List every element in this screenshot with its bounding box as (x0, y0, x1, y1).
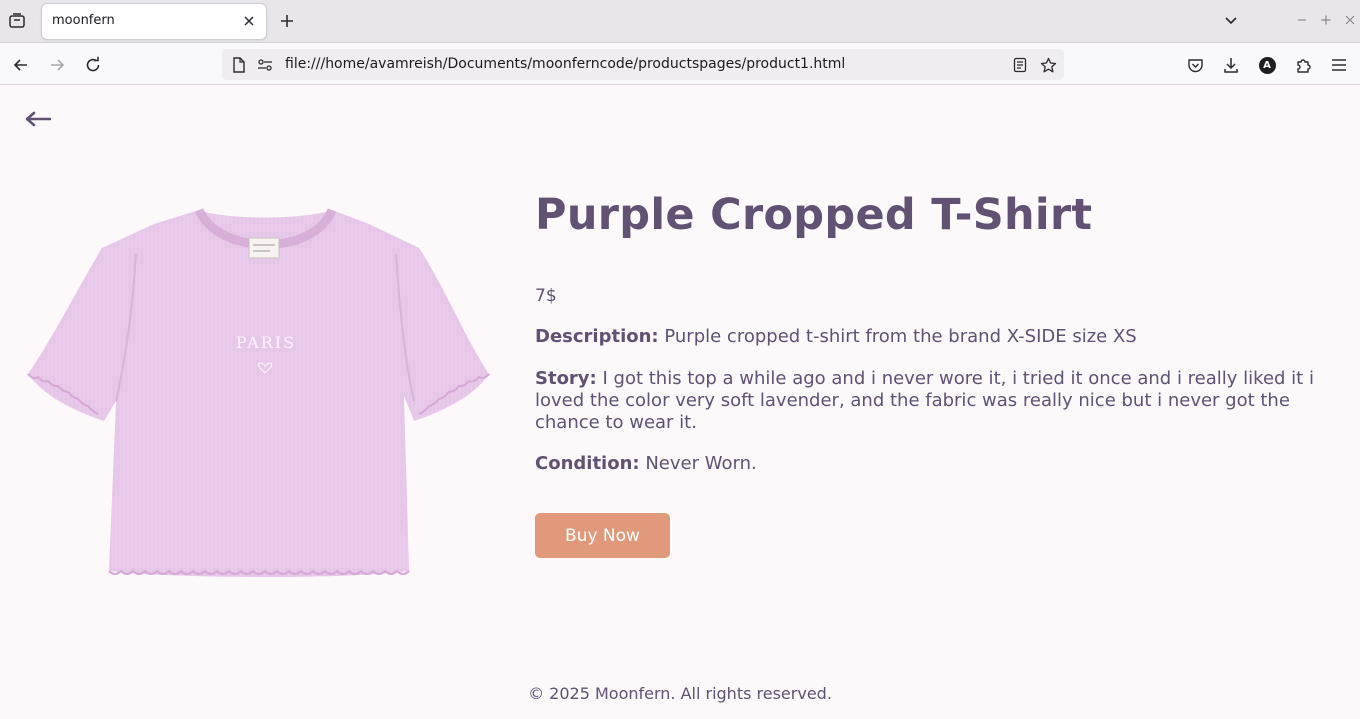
tab-list-icon[interactable] (6, 10, 28, 32)
bookmark-star-icon[interactable] (1038, 55, 1058, 75)
description-label: Description: (535, 326, 659, 347)
story-text: I got this top a while ago and i never w… (535, 368, 1314, 433)
footer-copyright: © 2025 Moonfern. All rights reserved. (528, 684, 832, 703)
product-page: PARIS Purple Cropped T-Shirt 7$ Descript… (0, 86, 1360, 719)
product-price: 7$ (535, 286, 557, 306)
back-icon[interactable] (8, 52, 34, 78)
avatar: A (1258, 56, 1276, 74)
download-icon[interactable] (1219, 53, 1243, 77)
back-arrow-icon[interactable] (24, 106, 52, 132)
tab-strip: moonfern (0, 0, 1360, 43)
condition-text: Never Worn. (645, 453, 757, 474)
menu-icon[interactable] (1327, 53, 1351, 77)
plus-icon[interactable] (276, 10, 298, 32)
account-icon[interactable]: A (1255, 53, 1279, 77)
extensions-icon[interactable] (1291, 53, 1315, 77)
page-icon (230, 56, 248, 74)
close-icon[interactable] (240, 12, 258, 30)
reader-view-icon[interactable] (1010, 55, 1030, 75)
story-label: Story: (535, 368, 597, 389)
browser-tab[interactable]: moonfern (42, 4, 266, 39)
permissions-icon[interactable] (256, 56, 274, 74)
product-story: Story: I got this top a while ago and i … (535, 368, 1345, 434)
product-condition: Condition: Never Worn. (535, 453, 1345, 475)
minimize-icon[interactable] (1294, 12, 1310, 28)
product-image: PARIS (27, 207, 490, 577)
pocket-icon[interactable] (1183, 53, 1207, 77)
shirt-print-text: PARIS (236, 333, 296, 352)
maximize-icon[interactable] (1318, 12, 1334, 28)
tab-title: moonfern (52, 13, 115, 28)
chevron-down-icon[interactable] (1220, 10, 1242, 32)
product-title: Purple Cropped T-Shirt (535, 190, 1093, 240)
url-text[interactable]: file:///home/avamreish/Documents/moonfer… (285, 56, 845, 72)
forward-icon[interactable] (44, 52, 70, 78)
buy-now-button[interactable]: Buy Now (535, 513, 670, 558)
url-bar[interactable]: file:///home/avamreish/Documents/moonfer… (222, 49, 1064, 80)
window-close-icon[interactable] (1342, 12, 1358, 28)
product-description: Description: Purple cropped t-shirt from… (535, 326, 1345, 348)
navigation-toolbar: file:///home/avamreish/Documents/moonfer… (0, 44, 1360, 85)
condition-label: Condition: (535, 453, 640, 474)
reload-icon[interactable] (80, 52, 106, 78)
description-text: Purple cropped t-shirt from the brand X-… (664, 326, 1137, 347)
